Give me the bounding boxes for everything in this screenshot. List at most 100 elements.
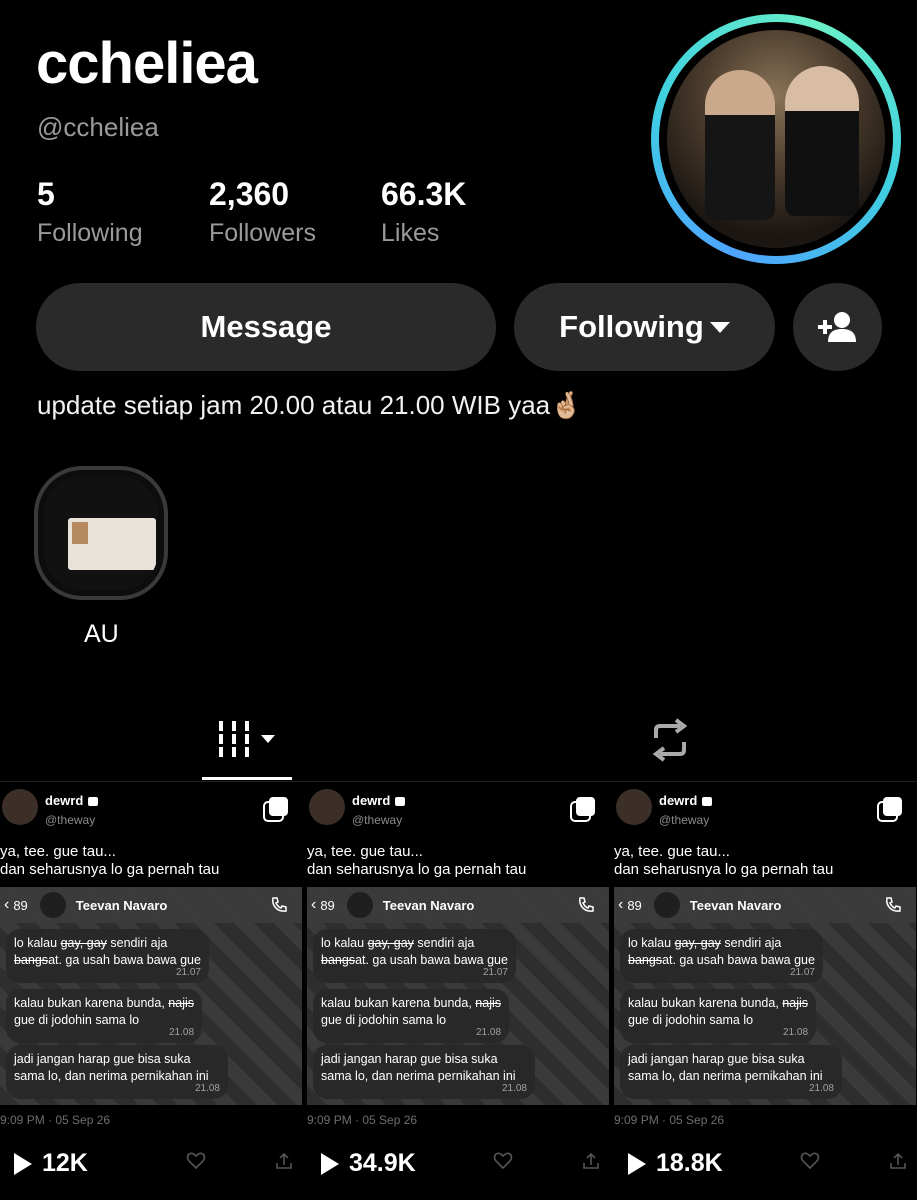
back-icon: ‹	[4, 896, 10, 913]
msg-text: kalau bukan karena bunda,	[321, 996, 472, 1010]
repost-icon	[652, 718, 688, 762]
tile-username: dewrd	[659, 793, 713, 808]
back-icon: ‹	[311, 896, 317, 913]
msg-text: lo kalau	[321, 936, 365, 950]
display-name: ccheliea	[36, 31, 258, 96]
play-icon	[321, 1152, 339, 1175]
video-grid: dewrd @theway ya, tee. gue tau... dan se…	[0, 783, 917, 1200]
chat-contact-name: Teevan Navaro	[689, 897, 782, 913]
avatar[interactable]	[651, 14, 901, 264]
highlight-label: AU	[84, 620, 119, 648]
avatar	[309, 789, 345, 825]
msg-text: lo kalau	[14, 936, 58, 950]
share-icon	[276, 1152, 292, 1169]
tab-reposts[interactable]	[640, 710, 700, 770]
play-icon	[14, 1152, 32, 1175]
profile-page: ccheliea @ccheliea 5 Following 2,360 Fol…	[0, 0, 917, 1200]
stat-followers[interactable]: 2,360 Followers	[209, 176, 316, 248]
msg-text: sendiri aja	[417, 936, 475, 950]
avatar	[39, 892, 66, 918]
stat-following[interactable]: 5 Following	[37, 176, 143, 248]
tile-caption-line: dan seharusnya lo ga pernah tau	[307, 861, 527, 878]
stat-label: Followers	[209, 219, 316, 247]
content-tabs	[0, 700, 917, 782]
message-button-label: Message	[200, 309, 332, 344]
stat-value: 2,360	[209, 176, 290, 212]
msg-text: gue di jodohin sama lo	[14, 1013, 140, 1027]
stat-label: Likes	[381, 219, 440, 247]
tile-username-text: dewrd	[45, 793, 84, 808]
avatar-gap	[659, 22, 893, 256]
avatar	[346, 892, 373, 918]
msg-text: kalau bukan karena bunda,	[14, 996, 165, 1010]
lock-icon	[395, 797, 406, 806]
msg-text: gue di jodohin sama lo	[628, 1013, 754, 1027]
msg-strike: najis	[782, 996, 809, 1010]
msg-strike: bangs	[321, 953, 356, 967]
heart-icon	[800, 1152, 820, 1170]
phone-icon	[886, 897, 901, 912]
msg-strike: gay, gay	[674, 936, 721, 950]
msg-text: sendiri aja	[724, 936, 782, 950]
msg-text: sendiri aja	[110, 936, 168, 950]
msg-time: 21.08	[475, 1027, 502, 1038]
tile-username-text: dewrd	[352, 793, 391, 808]
phone-icon	[272, 897, 287, 912]
tile-handle: @theway	[45, 813, 96, 827]
following-button-label: Following	[559, 309, 704, 344]
multi-image-icon	[877, 797, 902, 822]
chat-screenshot: ‹ 89 Teevan Navaro lo kalau gay, gay sen…	[614, 887, 916, 1105]
tile-caption-line: ya, tee. gue tau...	[614, 843, 730, 860]
chat-header: ‹ 89 Teevan Navaro	[307, 887, 609, 923]
msg-strike: gay, gay	[367, 936, 414, 950]
chat-bubble: kalau bukan karena bunda, najis gue di j…	[313, 989, 510, 1043]
msg-strike: gay, gay	[60, 936, 107, 950]
video-tile[interactable]: dewrd @theway ya, tee. gue tau... dan se…	[307, 783, 609, 1200]
phone-icon	[579, 897, 594, 912]
message-button[interactable]: Message	[36, 283, 496, 371]
msg-time: 21.08	[194, 1083, 220, 1094]
lock-icon	[88, 797, 99, 806]
video-tile[interactable]: dewrd @theway ya, tee. gue tau... dan se…	[614, 783, 916, 1200]
add-user-button[interactable]	[793, 283, 882, 371]
tile-handle: @theway	[659, 813, 710, 827]
lock-icon	[702, 797, 713, 806]
tile-username-text: dewrd	[659, 793, 698, 808]
highlight-thumbnail	[44, 476, 158, 590]
chat-header: ‹ 89 Teevan Navaro	[614, 887, 916, 923]
avatar-photo	[667, 30, 885, 248]
bio-text: update setiap jam 20.00 atau 21.00 WIB y…	[37, 390, 583, 420]
multi-image-icon	[263, 797, 288, 822]
story-highlight[interactable]	[34, 466, 168, 600]
msg-strike: bangs	[14, 953, 49, 967]
msg-text: gue di jodohin sama lo	[321, 1013, 447, 1027]
tile-caption-line: dan seharusnya lo ga pernah tau	[614, 861, 834, 878]
heart-icon	[493, 1152, 513, 1170]
avatar	[616, 789, 652, 825]
tile-username: dewrd	[45, 793, 99, 808]
avatar	[653, 892, 680, 918]
unread-count: 89	[320, 897, 335, 913]
video-tile[interactable]: dewrd @theway ya, tee. gue tau... dan se…	[0, 783, 302, 1200]
tile-date: 9:09 PM · 05 Sep 26	[614, 1113, 725, 1127]
stat-label: Following	[37, 219, 143, 247]
chat-bubble: lo kalau gay, gay sendiri aja bangsat. g…	[620, 929, 823, 983]
msg-text: kalau bukan karena bunda,	[628, 996, 779, 1010]
msg-time: 21.08	[501, 1083, 527, 1094]
tile-username: dewrd	[352, 793, 406, 808]
back-icon: ‹	[618, 896, 624, 913]
msg-strike: najis	[168, 996, 195, 1010]
stat-likes[interactable]: 66.3K Likes	[381, 176, 466, 248]
msg-time: 21.08	[808, 1083, 834, 1094]
unread-count: 89	[13, 897, 28, 913]
following-button[interactable]: Following	[514, 283, 775, 371]
add-user-icon	[817, 312, 856, 342]
msg-text: jadi jangan harap gue bisa suka sama lo,…	[321, 1052, 516, 1083]
tab-videos[interactable]	[202, 700, 292, 780]
unread-count: 89	[627, 897, 642, 913]
chat-bubble: lo kalau gay, gay sendiri aja bangsat. g…	[6, 929, 209, 983]
view-count-value: 18.8K	[656, 1149, 723, 1177]
chat-bubble: jadi jangan harap gue bisa suka sama lo,…	[6, 1045, 228, 1099]
heart-icon	[186, 1152, 206, 1170]
msg-strike: najis	[475, 996, 502, 1010]
